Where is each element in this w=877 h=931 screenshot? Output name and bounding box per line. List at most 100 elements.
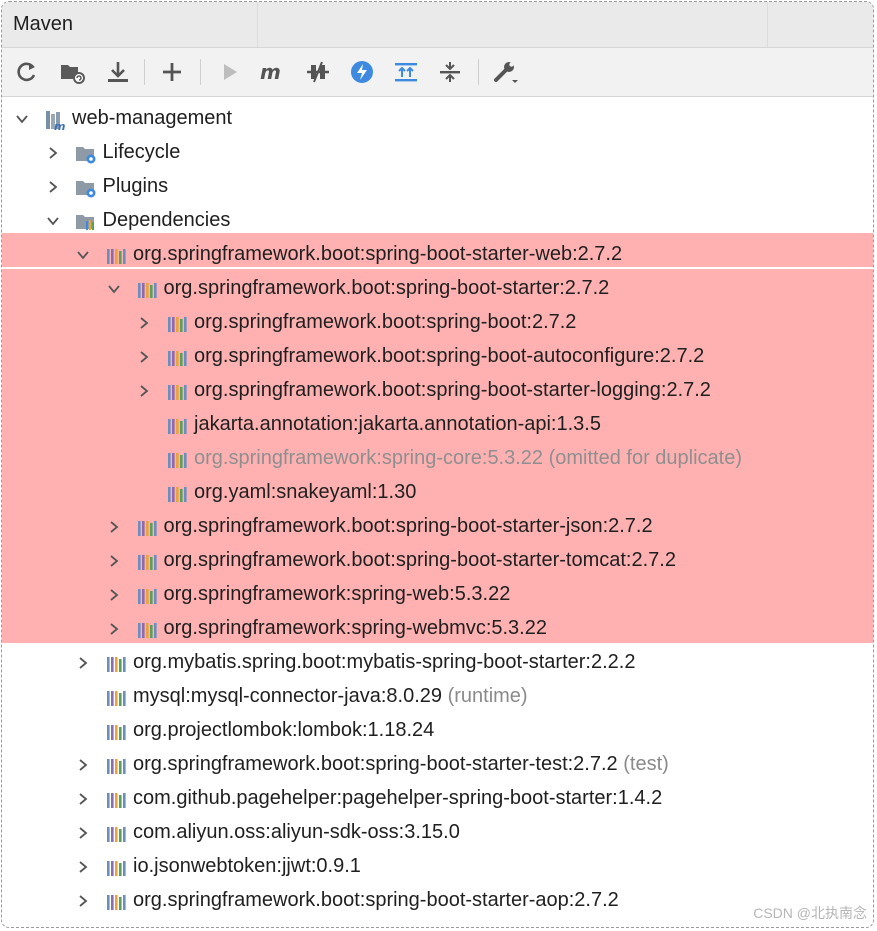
- toolbar-separator: [200, 59, 201, 85]
- tree-row[interactable]: org.springframework.boot:spring-boot-sta…: [2, 510, 873, 544]
- chevron-right-icon[interactable]: [75, 791, 91, 807]
- tree-node-label: com.aliyun.oss:aliyun-sdk-oss:3.15.0: [133, 821, 460, 843]
- tree-row[interactable]: org.springframework.boot:spring-boot-sta…: [2, 544, 873, 578]
- tree-row[interactable]: org.springframework.boot:spring-boot-sta…: [2, 272, 873, 306]
- maven-toolbar: m: [2, 48, 873, 97]
- library-icon: [105, 755, 127, 777]
- title-bar: Maven: [2, 2, 873, 48]
- folder-gear-icon: [75, 143, 97, 165]
- chevron-right-icon[interactable]: [45, 179, 61, 195]
- chevron-down-icon[interactable]: [75, 247, 91, 263]
- library-icon: [136, 585, 158, 607]
- library-icon: [105, 789, 127, 811]
- tree-row[interactable]: org.yaml:snakeyaml:1.30: [2, 476, 873, 510]
- chevron-right-icon[interactable]: [75, 859, 91, 875]
- library-icon: [105, 245, 127, 267]
- library-icon: [166, 415, 188, 437]
- tree-node-label: org.mybatis.spring.boot:mybatis-spring-b…: [133, 651, 636, 673]
- maven-tool-window: Maven m m web-management Lifecycle Plugi…: [1, 1, 874, 928]
- library-icon: [166, 347, 188, 369]
- library-icon: [166, 483, 188, 505]
- tree-row[interactable]: org.springframework.boot:spring-boot-sta…: [2, 884, 873, 918]
- tree-node-label: org.springframework.boot:spring-boot-sta…: [163, 277, 610, 299]
- tree-row[interactable]: org.springframework:spring-web:5.3.22: [2, 578, 873, 612]
- tree-row[interactable]: org.mybatis.spring.boot:mybatis-spring-b…: [2, 646, 873, 680]
- svg-text:m: m: [260, 60, 281, 84]
- toggle-offline-icon[interactable]: [304, 58, 332, 86]
- chevron-right-icon[interactable]: [45, 145, 61, 161]
- run-icon[interactable]: [216, 58, 244, 86]
- tree-node-label: org.springframework.boot:spring-boot-sta…: [133, 243, 623, 265]
- tree-row[interactable]: org.springframework.boot:spring-boot:2.7…: [2, 306, 873, 340]
- window-title: Maven: [13, 13, 74, 35]
- chevron-right-icon[interactable]: [106, 587, 122, 603]
- title-divider: [767, 2, 768, 47]
- tree-row[interactable]: org.springframework.boot:spring-boot-aut…: [2, 340, 873, 374]
- tree-row[interactable]: org.springframework:spring-core:5.3.22 (…: [2, 442, 873, 476]
- chevron-right-icon[interactable]: [106, 621, 122, 637]
- reload-icon[interactable]: [13, 58, 41, 86]
- chevron-down-icon[interactable]: [45, 213, 61, 229]
- library-icon: [166, 381, 188, 403]
- collapse-all-icon[interactable]: [436, 58, 464, 86]
- toolbar-separator: [144, 59, 145, 85]
- tree-row[interactable]: jakarta.annotation:jakarta.annotation-ap…: [2, 408, 873, 442]
- folder-library-icon: [75, 211, 97, 233]
- chevron-right-icon[interactable]: [136, 383, 152, 399]
- tree-node-label: org.springframework:spring-web:5.3.22: [163, 583, 511, 605]
- tree-row[interactable]: com.aliyun.oss:aliyun-sdk-oss:3.15.0: [2, 816, 873, 850]
- download-icon[interactable]: [104, 58, 132, 86]
- tree-row[interactable]: org.springframework:spring-webmvc:5.3.22: [2, 612, 873, 646]
- tree-row[interactable]: m web-management: [2, 102, 873, 136]
- tree-node-label: org.yaml:snakeyaml:1.30: [194, 481, 417, 503]
- tree-row[interactable]: org.projectlombok:lombok:1.18.24: [2, 714, 873, 748]
- chevron-right-icon[interactable]: [75, 655, 91, 671]
- tree-row[interactable]: Plugins: [2, 170, 873, 204]
- chevron-down-icon[interactable]: [106, 281, 122, 297]
- tree-row[interactable]: mysql:mysql-connector-java:8.0.29 (runti…: [2, 680, 873, 714]
- chevron-down-icon[interactable]: [14, 111, 30, 127]
- tree-row[interactable]: org.springframework.boot:spring-boot-sta…: [2, 374, 873, 408]
- add-icon[interactable]: [158, 58, 186, 86]
- skip-tests-icon[interactable]: [348, 58, 376, 86]
- folder-gear-icon: [75, 177, 97, 199]
- maven-tree: m web-management Lifecycle Plugins Dependenc…: [2, 98, 873, 927]
- library-icon: [136, 551, 158, 573]
- chevron-right-icon[interactable]: [75, 825, 91, 841]
- tree-row[interactable]: org.springframework.boot:spring-boot-sta…: [2, 238, 873, 272]
- generate-sources-icon[interactable]: [58, 58, 86, 86]
- chevron-right-icon[interactable]: [75, 893, 91, 909]
- tree-node-label: web-management: [72, 107, 233, 129]
- expand-all-icon[interactable]: [392, 58, 420, 86]
- tree-node-label: org.springframework.boot:spring-boot-sta…: [133, 753, 669, 775]
- tree-node-label: Plugins: [102, 175, 169, 197]
- chevron-right-icon[interactable]: [136, 315, 152, 331]
- library-icon: [136, 279, 158, 301]
- chevron-right-icon[interactable]: [106, 553, 122, 569]
- execute-goal-icon[interactable]: m: [259, 58, 287, 86]
- library-icon: [105, 857, 127, 879]
- library-icon: [166, 449, 188, 471]
- library-icon: [105, 891, 127, 913]
- tree-row[interactable]: org.springframework.boot:spring-boot-sta…: [2, 748, 873, 782]
- tree-node-label: Lifecycle: [102, 141, 181, 163]
- tree-node-label: org.springframework.boot:spring-boot-sta…: [133, 889, 619, 911]
- tree-node-label: org.springframework.boot:spring-boot-sta…: [163, 549, 676, 571]
- tree-node-label: mysql:mysql-connector-java:8.0.29 (runti…: [133, 685, 528, 707]
- library-icon: [136, 619, 158, 641]
- tree-row[interactable]: io.jsonwebtoken:jjwt:0.9.1: [2, 850, 873, 884]
- chevron-right-icon[interactable]: [136, 349, 152, 365]
- tree-row[interactable]: Dependencies: [2, 204, 873, 238]
- chevron-right-icon[interactable]: [75, 757, 91, 773]
- tree-row[interactable]: Lifecycle: [2, 136, 873, 170]
- tree-node-label: org.springframework:spring-webmvc:5.3.22: [163, 617, 548, 639]
- tree-node-label: org.springframework:spring-core:5.3.22 (…: [194, 447, 743, 469]
- tree-node-label: org.springframework.boot:spring-boot:2.7…: [194, 311, 577, 333]
- chevron-right-icon[interactable]: [106, 519, 122, 535]
- tree-node-label: org.projectlombok:lombok:1.18.24: [133, 719, 435, 741]
- scope-suffix: (runtime): [442, 685, 528, 707]
- settings-icon[interactable]: [492, 58, 520, 86]
- tree-row[interactable]: com.github.pagehelper:pagehelper-spring-…: [2, 782, 873, 816]
- scope-suffix: (test): [617, 753, 669, 775]
- toolbar-separator: [478, 59, 479, 85]
